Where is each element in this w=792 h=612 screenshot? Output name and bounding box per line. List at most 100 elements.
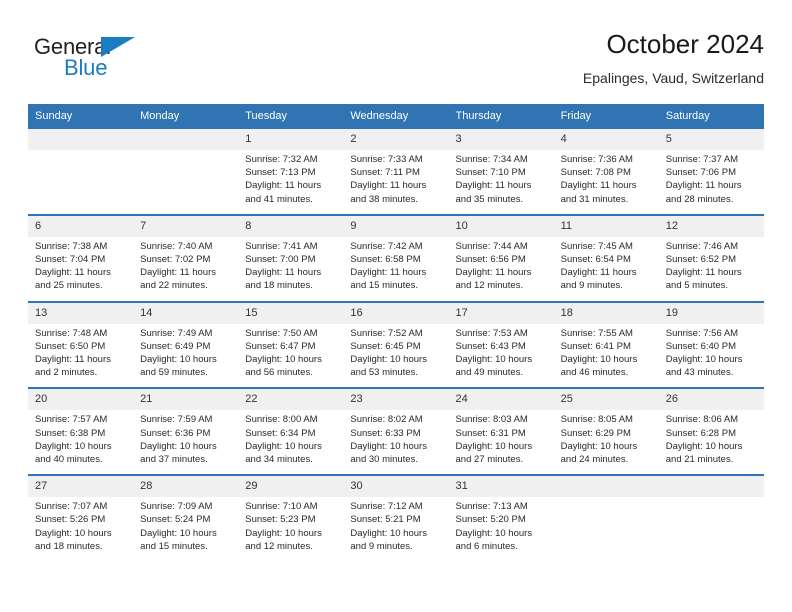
day-sun-info: Sunrise: 7:09 AM Sunset: 5:24 PM Daylight:… xyxy=(133,497,238,561)
calendar-day-cell[interactable]: 8 Sunrise: 7:41 AM Sunset: 7:00 PM Daylight… xyxy=(238,213,344,302)
sunset-time: Sunset: 6:28 PM xyxy=(665,427,736,439)
day-number: 17 xyxy=(448,302,554,324)
sunrise-time: Sunrise: 8:03 AM xyxy=(455,414,528,426)
day-sun-info: Sunrise: 7:48 AM Sunset: 6:50 PM Daylight:… xyxy=(28,324,133,388)
daylight-duration-line2: and 28 minutes. xyxy=(665,193,734,205)
calendar-day-cell[interactable]: 22 Sunrise: 8:00 AM Sunset: 6:34 PM Dayligh… xyxy=(238,387,344,476)
day-sun-info: Sunrise: 7:12 AM Sunset: 5:21 PM Daylight:… xyxy=(343,497,448,561)
sunset-time: Sunset: 6:52 PM xyxy=(665,254,736,266)
calendar-day-cell[interactable]: 15 Sunrise: 7:50 AM Sunset: 6:47 PM Dayligh… xyxy=(238,300,344,389)
calendar-day-cell[interactable]: 4 Sunrise: 7:36 AM Sunset: 7:08 PM Daylight… xyxy=(553,129,659,215)
calendar-day-cell[interactable]: 27 Sunrise: 7:07 AM Sunset: 5:26 PM Dayligh… xyxy=(28,474,134,562)
daylight-duration-line2: and 43 minutes. xyxy=(665,367,734,379)
calendar-day-cell[interactable]: 9 Sunrise: 7:42 AM Sunset: 6:58 PM Daylight… xyxy=(343,213,449,302)
calendar-day-cell[interactable]: 17 Sunrise: 7:53 AM Sunset: 6:43 PM Dayligh… xyxy=(448,300,554,389)
day-sun-info: Sunrise: 8:05 AM Sunset: 6:29 PM Daylight:… xyxy=(554,410,659,474)
sunset-time: Sunset: 7:06 PM xyxy=(665,167,736,179)
daylight-duration-line1: Daylight: 10 hours xyxy=(140,527,217,539)
daylight-duration-line2: and 15 minutes. xyxy=(140,540,208,552)
sunrise-time: Sunrise: 7:32 AM xyxy=(245,154,318,165)
calendar-day-cell xyxy=(553,474,659,562)
sunrise-time: Sunrise: 7:13 AM xyxy=(455,501,528,513)
general-blue-logo[interactable]: General Blue xyxy=(34,34,184,90)
sunset-time: Sunset: 5:21 PM xyxy=(350,514,421,526)
day-number: 15 xyxy=(238,302,344,324)
day-number: 12 xyxy=(658,215,764,237)
sunrise-time: Sunrise: 7:49 AM xyxy=(140,327,213,339)
calendar-day-cell[interactable]: 28 Sunrise: 7:09 AM Sunset: 5:24 PM Dayligh… xyxy=(133,474,239,562)
calendar-day-cell[interactable]: 14 Sunrise: 7:49 AM Sunset: 6:49 PM Dayligh… xyxy=(133,300,239,389)
sunset-time: Sunset: 5:23 PM xyxy=(245,514,316,526)
daylight-duration-line1: Daylight: 10 hours xyxy=(245,440,322,452)
day-number: 10 xyxy=(448,215,554,237)
calendar-day-cell[interactable]: 7 Sunrise: 7:40 AM Sunset: 7:02 PM Daylight… xyxy=(133,213,239,302)
calendar-day-cell[interactable]: 30 Sunrise: 7:12 AM Sunset: 5:21 PM Dayligh… xyxy=(343,474,449,562)
weekday-header-tuesday: Tuesday xyxy=(238,104,344,129)
sunrise-time: Sunrise: 7:44 AM xyxy=(455,240,528,252)
sunset-time: Sunset: 6:34 PM xyxy=(245,427,316,439)
day-sun-info: Sunrise: 7:42 AM Sunset: 6:58 PM Daylight:… xyxy=(343,237,448,301)
day-number: 31 xyxy=(448,476,554,498)
calendar-day-cell[interactable]: 5 Sunrise: 7:37 AM Sunset: 7:06 PM Daylight… xyxy=(658,129,764,215)
sunset-time: Sunset: 7:11 PM xyxy=(350,167,420,179)
calendar-week-row: 13 Sunrise: 7:48 AM Sunset: 6:50 PM Dayligh… xyxy=(28,300,764,389)
calendar-day-cell[interactable]: 21 Sunrise: 7:59 AM Sunset: 6:36 PM Dayligh… xyxy=(133,387,239,476)
sunrise-sunset-calendar: Sunday Monday Tuesday Wednesday Thursday… xyxy=(28,104,764,562)
day-number: 27 xyxy=(28,476,134,498)
sunset-time: Sunset: 7:13 PM xyxy=(245,167,316,179)
calendar-day-cell[interactable]: 1 Sunrise: 7:32 AM Sunset: 7:13 PM Daylight… xyxy=(238,129,344,215)
sunrise-time: Sunrise: 7:50 AM xyxy=(245,327,318,339)
daylight-duration-line1: Daylight: 10 hours xyxy=(245,527,322,539)
daylight-duration-line1: Daylight: 10 hours xyxy=(245,354,322,366)
calendar-day-cell[interactable]: 20 Sunrise: 7:57 AM Sunset: 6:38 PM Dayligh… xyxy=(28,387,134,476)
daylight-duration-line2: and 35 minutes. xyxy=(455,193,524,205)
day-number: 4 xyxy=(553,129,659,150)
day-number xyxy=(553,476,659,498)
calendar-day-cell[interactable]: 18 Sunrise: 7:55 AM Sunset: 6:41 PM Dayligh… xyxy=(553,300,659,389)
calendar-day-cell[interactable]: 19 Sunrise: 7:56 AM Sunset: 6:40 PM Dayligh… xyxy=(658,300,764,389)
calendar-page: General Blue October 2024 Epalinges, Vau… xyxy=(0,0,792,612)
calendar-day-cell[interactable]: 16 Sunrise: 7:52 AM Sunset: 6:45 PM Dayligh… xyxy=(343,300,449,389)
day-sun-info: Sunrise: 7:57 AM Sunset: 6:38 PM Daylight:… xyxy=(28,410,133,474)
daylight-duration-line1: Daylight: 10 hours xyxy=(560,440,638,452)
daylight-duration-line2: and 31 minutes. xyxy=(560,193,629,205)
daylight-duration-line1: Daylight: 11 hours xyxy=(560,180,637,192)
calendar-day-cell[interactable]: 10 Sunrise: 7:44 AM Sunset: 6:56 PM Dayligh… xyxy=(448,213,554,302)
sunset-time: Sunset: 6:56 PM xyxy=(455,254,526,266)
calendar-week-row: 27 Sunrise: 7:07 AM Sunset: 5:26 PM Dayligh… xyxy=(28,474,764,562)
calendar-day-cell[interactable]: 26 Sunrise: 8:06 AM Sunset: 6:28 PM Dayligh… xyxy=(658,387,764,476)
sunset-time: Sunset: 7:08 PM xyxy=(560,167,631,179)
sunrise-time: Sunrise: 7:07 AM xyxy=(35,501,108,513)
calendar-day-cell[interactable]: 23 Sunrise: 8:02 AM Sunset: 6:33 PM Dayligh… xyxy=(343,387,449,476)
calendar-day-cell[interactable]: 29 Sunrise: 7:10 AM Sunset: 5:23 PM Dayligh… xyxy=(238,474,344,562)
sunrise-time: Sunrise: 7:59 AM xyxy=(140,414,213,426)
calendar-day-cell xyxy=(28,129,134,215)
day-sun-info: Sunrise: 7:56 AM Sunset: 6:40 PM Daylight:… xyxy=(659,324,764,388)
daylight-duration-line2: and 15 minutes. xyxy=(350,280,418,292)
calendar-day-cell[interactable]: 6 Sunrise: 7:38 AM Sunset: 7:04 PM Daylight… xyxy=(28,213,134,302)
daylight-duration-line1: Daylight: 10 hours xyxy=(455,440,533,452)
calendar-day-cell[interactable]: 2 Sunrise: 7:33 AM Sunset: 7:11 PM Daylight… xyxy=(343,129,449,215)
calendar-day-cell[interactable]: 31 Sunrise: 7:13 AM Sunset: 5:20 PM Dayligh… xyxy=(448,474,554,562)
calendar-day-cell[interactable]: 25 Sunrise: 8:05 AM Sunset: 6:29 PM Dayligh… xyxy=(553,387,659,476)
sunset-time: Sunset: 6:38 PM xyxy=(35,427,106,439)
sunset-time: Sunset: 6:33 PM xyxy=(350,427,421,439)
daylight-duration-line1: Daylight: 11 hours xyxy=(455,267,532,279)
sunset-time: Sunset: 6:58 PM xyxy=(350,254,421,266)
day-number: 13 xyxy=(28,302,134,324)
sunset-time: Sunset: 6:50 PM xyxy=(35,340,106,352)
sunrise-time: Sunrise: 7:57 AM xyxy=(35,414,108,426)
daylight-duration-line1: Daylight: 11 hours xyxy=(140,267,216,279)
calendar-day-cell[interactable]: 12 Sunrise: 7:46 AM Sunset: 6:52 PM Dayligh… xyxy=(658,213,764,302)
calendar-day-cell xyxy=(133,129,239,215)
sunset-time: Sunset: 6:40 PM xyxy=(665,340,736,352)
calendar-day-cell[interactable]: 24 Sunrise: 8:03 AM Sunset: 6:31 PM Dayligh… xyxy=(448,387,554,476)
calendar-day-cell[interactable]: 3 Sunrise: 7:34 AM Sunset: 7:10 PM Daylight… xyxy=(448,129,554,215)
calendar-day-cell[interactable]: 11 Sunrise: 7:45 AM Sunset: 6:54 PM Dayligh… xyxy=(553,213,659,302)
day-sun-info: Sunrise: 7:52 AM Sunset: 6:45 PM Daylight:… xyxy=(343,324,448,388)
daylight-duration-line1: Daylight: 10 hours xyxy=(665,440,743,452)
day-number: 5 xyxy=(658,129,764,150)
sunset-time: Sunset: 6:41 PM xyxy=(560,340,631,352)
calendar-day-cell[interactable]: 13 Sunrise: 7:48 AM Sunset: 6:50 PM Dayligh… xyxy=(28,300,134,389)
day-sun-info: Sunrise: 7:53 AM Sunset: 6:43 PM Daylight:… xyxy=(449,324,554,388)
